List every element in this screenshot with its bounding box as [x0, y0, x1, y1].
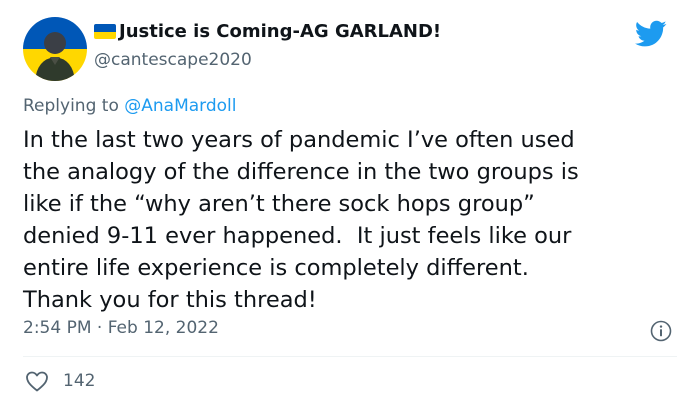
ukraine-flag-icon [94, 24, 116, 39]
author-handle[interactable]: @cantescape2020 [94, 50, 252, 70]
avatar[interactable] [23, 17, 87, 81]
tweet-text: In the last two years of pandemic I’ve o… [23, 127, 579, 313]
author-display-name[interactable]: Justice is Coming-AG GARLAND! [119, 21, 441, 42]
reply-mention-link[interactable]: @AnaMardoll [124, 96, 236, 116]
avatar-image [23, 17, 87, 81]
info-icon[interactable] [650, 320, 672, 342]
heart-icon[interactable] [25, 370, 49, 392]
author-name-row[interactable]: Justice is Coming-AG GARLAND! [94, 21, 441, 42]
twitter-bird-icon[interactable] [635, 20, 667, 48]
replying-to: Replying to @AnaMardoll [23, 96, 237, 116]
tweet-card: Justice is Coming-AG GARLAND! @cantescap… [0, 0, 700, 410]
like-count: 142 [63, 371, 96, 391]
likes-row: 142 [25, 370, 95, 392]
tweet-timestamp[interactable]: 2:54 PM · Feb 12, 2022 [23, 318, 219, 338]
replying-to-prefix: Replying to [23, 96, 125, 116]
divider [23, 356, 677, 357]
